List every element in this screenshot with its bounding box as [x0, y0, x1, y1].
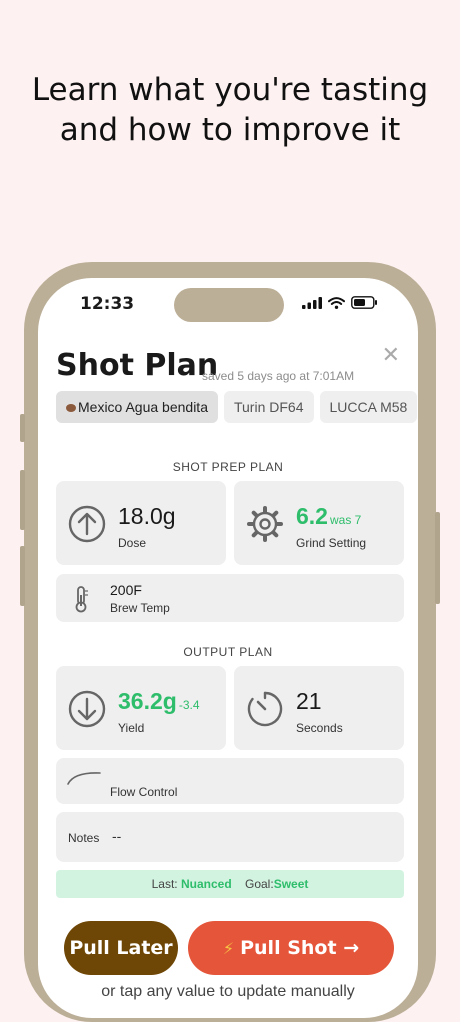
seconds-value: 21: [296, 688, 322, 714]
page-title: Shot Plan: [56, 348, 219, 383]
flow-control-card[interactable]: Flow Control: [56, 758, 404, 804]
section-label-output: OUTPUT PLAN: [183, 645, 273, 659]
arrow-down-circle-icon: [68, 690, 106, 728]
arrow-right-icon: →: [343, 937, 360, 959]
yield-value-wrap: 36.2g -3.4: [118, 688, 200, 715]
seconds-card[interactable]: 21 Seconds: [234, 666, 404, 750]
grind-label: Grind Setting: [296, 536, 367, 550]
notes-card[interactable]: Notes --: [56, 812, 404, 862]
last-label: Last:: [151, 877, 178, 891]
battery-icon: [351, 296, 377, 309]
dose-value: 18.0g: [118, 503, 176, 529]
status-icons: [302, 296, 378, 309]
notes-label: Notes: [68, 831, 100, 845]
temp-card[interactable]: 200F Brew Temp: [56, 574, 404, 622]
chip-coffee[interactable]: Mexico Agua bendita: [56, 391, 218, 423]
headline-line-1: Learn what you're tasting: [31, 72, 429, 108]
pull-shot-button[interactable]: ⚡ Pull Shot →: [188, 921, 394, 975]
wifi-icon: [328, 296, 345, 309]
section-label-prep: SHOT PREP PLAN: [172, 460, 284, 474]
phone-screen: 12:33 Shot Plan saved 5 days ago at 7:01…: [38, 278, 418, 1018]
yield-card[interactable]: 36.2g -3.4 Yield: [56, 666, 226, 750]
saved-timestamp: saved 5 days ago at 7:01AM: [202, 369, 355, 383]
grind-card[interactable]: 6.2 was 7 Grind Setting: [234, 481, 404, 565]
flow-curve-icon: [67, 772, 101, 785]
grind-value-wrap: 6.2 was 7: [296, 503, 361, 530]
headline-line-2: and how to improve it: [59, 112, 401, 148]
power-button: [435, 512, 440, 604]
temp-value: 200F: [110, 582, 142, 598]
chip-grinder[interactable]: Turin DF64: [223, 391, 314, 423]
thermometer-icon: [75, 586, 88, 613]
last-value: Nuanced: [180, 877, 232, 891]
lightning-icon: ⚡: [222, 939, 235, 958]
dose-card[interactable]: 18.0g Dose: [56, 481, 226, 565]
timer-icon: [247, 691, 283, 727]
seconds-label: Seconds: [296, 721, 343, 735]
temp-label: Brew Temp: [110, 601, 170, 615]
manual-update-hint: or tap any value to update manually: [101, 983, 355, 1000]
arrow-up-circle-icon: [68, 505, 106, 543]
notes-value: --: [112, 828, 122, 844]
dose-label: Dose: [118, 536, 147, 550]
headline: Learn what you're tasting and how to imp…: [0, 70, 460, 150]
coffee-bean-icon: [66, 404, 76, 413]
grind-value: 6.2: [296, 503, 328, 529]
goal-label: Goal:: [245, 877, 274, 891]
volume-up-button: [20, 470, 25, 530]
status-time: 12:33: [80, 294, 135, 314]
mute-switch: [20, 414, 25, 442]
signal-icon: [302, 296, 322, 309]
pull-later-button[interactable]: Pull Later: [64, 921, 178, 975]
chip-coffee-label: Mexico Agua bendita: [78, 399, 208, 415]
yield-label: Yield: [118, 721, 145, 735]
yield-delta: -3.4: [178, 698, 200, 712]
yield-value: 36.2g: [118, 688, 177, 714]
close-icon[interactable]: ✕: [382, 342, 400, 368]
flow-control-label: Flow Control: [110, 785, 178, 799]
dynamic-island: [174, 288, 284, 322]
goal-value: Sweet: [273, 877, 309, 891]
gear-icon: [247, 506, 283, 542]
volume-down-button: [20, 546, 25, 606]
taste-goal-bar: Last: Nuanced Goal:Sweet: [56, 870, 404, 898]
equipment-chips: Mexico Agua bendita Turin DF64 LUCCA M58: [56, 391, 418, 423]
pull-shot-label: Pull Shot: [240, 937, 337, 959]
chip-machine[interactable]: LUCCA M58: [319, 391, 418, 423]
grind-previous: was 7: [329, 513, 362, 527]
